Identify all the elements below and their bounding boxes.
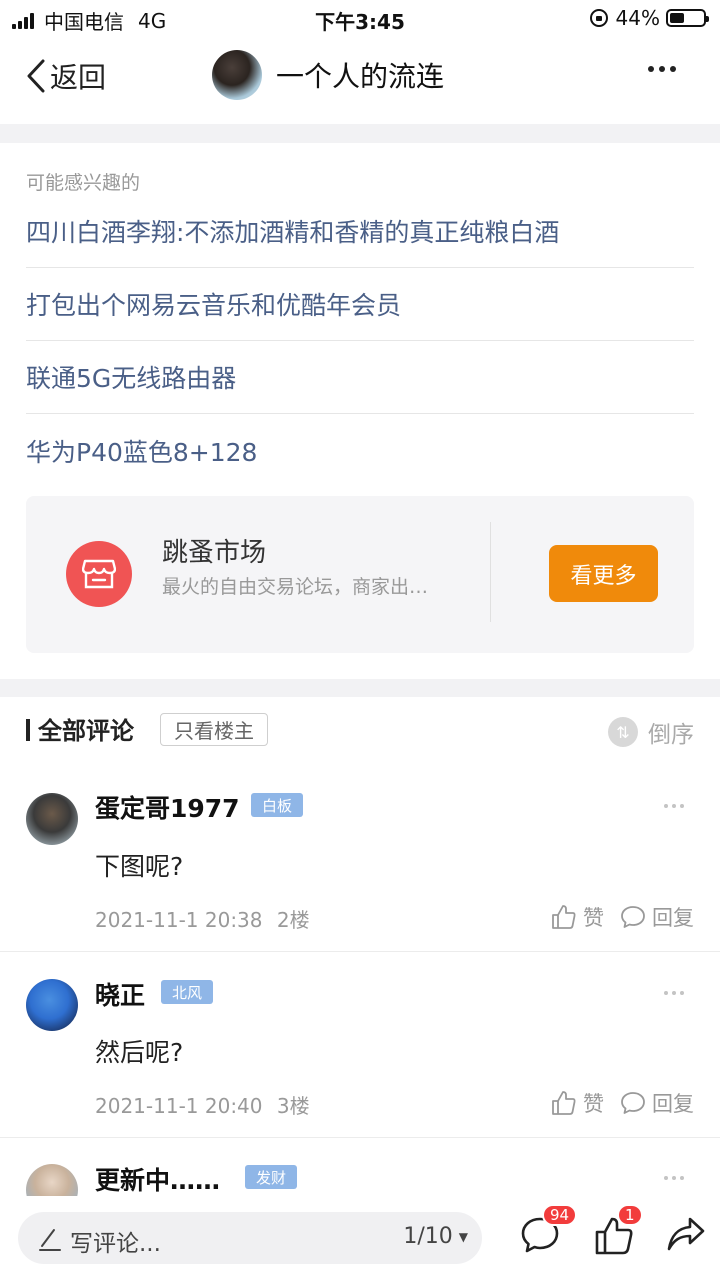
speech-bubble-icon: [621, 1092, 645, 1114]
reply-label: 回复: [652, 906, 694, 930]
sort-toggle[interactable]: ⇅ 倒序: [608, 715, 694, 749]
market-desc: 最火的自由交易论坛，商家出…: [162, 576, 429, 598]
back-button[interactable]: 返回: [26, 56, 106, 96]
avatar[interactable]: [26, 1164, 78, 1196]
divider: [490, 522, 491, 622]
more-horizontal-icon[interactable]: [660, 1176, 684, 1180]
section-marker: [26, 719, 30, 741]
page-title: 一个人的流连: [276, 60, 445, 93]
comment-actions: 赞 回复: [535, 1088, 694, 1118]
divider: [0, 951, 720, 952]
reply-label: 回复: [652, 1092, 694, 1116]
level-badge: 白板: [251, 793, 304, 817]
recommend-link[interactable]: 华为P40蓝色8+128: [26, 414, 694, 487]
avatar[interactable]: [26, 979, 78, 1031]
more-horizontal-icon[interactable]: [643, 66, 676, 72]
like-label: 赞: [583, 1092, 604, 1116]
page-selector[interactable]: 1/10 ▼: [403, 1224, 468, 1249]
pen-icon: [39, 1229, 61, 1251]
avatar[interactable]: [212, 50, 262, 100]
level-badge: 发财: [245, 1165, 298, 1189]
section-divider: [0, 679, 720, 697]
caret-down-icon: ▼: [458, 1229, 468, 1244]
comment-input[interactable]: 写评论... 1/10 ▼: [18, 1212, 482, 1264]
speech-bubble-icon: [621, 906, 645, 928]
comment-item: 更新中…… 发财: [0, 1138, 720, 1196]
bottom-bar: 写评论... 1/10 ▼ 94 1: [0, 1196, 720, 1280]
comment-author[interactable]: 蛋定哥1977: [95, 789, 240, 825]
share-arrow-icon: [667, 1217, 705, 1251]
avatar[interactable]: [26, 793, 78, 845]
status-bar: 中国电信 4G 下午3:45 44%: [0, 0, 720, 36]
recommend-link[interactable]: 联通5G无线路由器: [26, 341, 694, 414]
author-only-filter[interactable]: 只看楼主: [160, 713, 268, 746]
more-horizontal-icon[interactable]: [660, 804, 684, 808]
sort-icon: ⇅: [608, 717, 638, 747]
comment-meta: 2021-11-1 20:38 2楼: [95, 904, 310, 933]
section-divider: [0, 124, 720, 143]
like-label: 赞: [583, 906, 604, 930]
comment-text: 下图呢?: [95, 852, 184, 881]
sort-label: 倒序: [648, 722, 694, 748]
comment-floor: 3楼: [276, 1094, 310, 1118]
thread-author[interactable]: 一个人的流连: [212, 50, 444, 100]
back-label: 返回: [50, 61, 107, 94]
level-badge: 北风: [161, 980, 214, 1004]
comment-author[interactable]: 更新中……: [95, 1161, 220, 1196]
comment-text: 然后呢?: [95, 1038, 184, 1067]
reply-button[interactable]: 回复: [620, 902, 694, 932]
thumbs-up-icon: [552, 905, 576, 929]
reply-button[interactable]: 回复: [620, 1088, 694, 1118]
comment-placeholder: 写评论...: [70, 1231, 161, 1257]
page-indicator: 1/10: [403, 1224, 453, 1249]
comment-meta: 2021-11-1 20:40 3楼: [95, 1090, 310, 1119]
comment-count-badge: 94: [542, 1204, 578, 1226]
market-title: 跳蚤市场: [162, 538, 267, 568]
comment-author[interactable]: 晓正: [95, 976, 145, 1012]
comment-floor: 2楼: [276, 908, 310, 932]
like-button[interactable]: 赞: [551, 902, 604, 932]
comment-actions: 赞 回复: [535, 902, 694, 932]
recommend-link[interactable]: 四川白酒李翔:不添加酒精和香精的真正纯粮白酒: [26, 195, 694, 268]
comments-header: 全部评论 只看楼主 ⇅ 倒序: [0, 697, 720, 767]
battery-percent: 44%: [615, 6, 660, 30]
recommend-heading: 可能感兴趣的: [26, 172, 141, 194]
see-more-button[interactable]: 看更多: [549, 545, 658, 602]
comments-title: 全部评论: [38, 717, 134, 745]
rotation-lock-icon: [589, 9, 608, 27]
like-count-badge: 1: [617, 1204, 643, 1226]
nav-bar: 返回 一个人的流连: [0, 36, 720, 124]
like-button[interactable]: 赞: [551, 1088, 604, 1118]
recommend-link[interactable]: 打包出个网易云音乐和优酷年会员: [26, 268, 694, 341]
thumbs-up-icon: [552, 1091, 576, 1115]
shop-icon: [66, 541, 132, 607]
comment-date: 2021-11-1 20:38: [95, 908, 263, 932]
market-card[interactable]: 跳蚤市场 最火的自由交易论坛，商家出… 看更多: [26, 496, 694, 653]
chevron-left-icon: [27, 59, 45, 93]
comment-date: 2021-11-1 20:40: [95, 1094, 263, 1118]
battery-icon: [666, 9, 709, 27]
share-button[interactable]: [666, 1216, 706, 1256]
more-horizontal-icon[interactable]: [660, 991, 684, 995]
